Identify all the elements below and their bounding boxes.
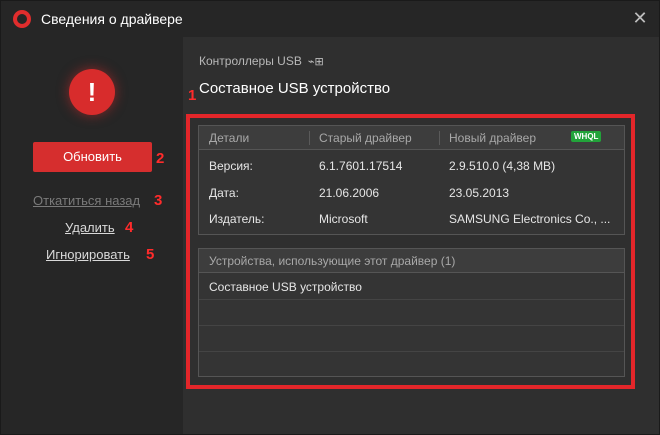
list-item[interactable]: Составное USB устройство [199,274,624,300]
new-date: 23.05.2013 [449,186,510,200]
main-panel: Контроллеры USB ⌁⊞ Составное USB устройст… [183,37,659,434]
driver-info-window: Сведения о драйвере ✕ ! Обновить Откатит… [0,0,660,435]
sidebar: ! Обновить Откатиться назад Удалить Игно… [1,37,183,434]
driver-details-table: Детали Старый драйвер Новый драйвер WHQL… [198,125,625,235]
header-separator [309,131,310,145]
old-publisher: Microsoft [319,212,368,226]
device-item-label: Составное USB устройство [209,280,362,294]
header-old-driver: Старый драйвер [319,131,412,145]
title-bar: Сведения о драйвере ✕ [1,1,659,37]
row-label: Дата: [209,186,239,200]
marker-4: 4 [125,219,134,236]
header-new-driver: Новый драйвер [449,131,537,145]
close-button[interactable]: ✕ [629,7,651,29]
devices-header-text: Устройства, использующие этот драйвер (1… [209,254,456,268]
list-item-empty [199,352,624,378]
list-item-empty [199,326,624,352]
list-item-empty [199,300,624,326]
device-title: Составное USB устройство [199,80,391,97]
devices-list: Устройства, использующие этот драйвер (1… [198,248,625,377]
marker-1: 1 [188,87,197,104]
new-version: 2.9.510.0 (4,38 MB) [449,159,556,173]
header-details: Детали [209,131,250,145]
app-logo-icon [13,10,31,28]
ignore-link[interactable]: Игнорировать [46,247,130,262]
marker-3: 3 [154,192,163,209]
old-date: 21.06.2006 [319,186,380,200]
category-label: Контроллеры USB ⌁⊞ [199,54,324,68]
update-button[interactable]: Обновить [33,142,152,172]
header-separator [439,131,440,145]
devices-header: Устройства, использующие этот драйвер (1… [199,249,624,273]
row-label: Версия: [209,159,253,173]
rollback-link[interactable]: Откатиться назад [33,193,140,208]
delete-link[interactable]: Удалить [65,220,115,235]
new-publisher: SAMSUNG Electronics Co., ... [449,212,611,226]
marker-2: 2 [156,150,165,167]
row-label: Издатель: [209,212,265,226]
old-version: 6.1.7601.17514 [319,159,403,173]
window-title: Сведения о драйвере [41,11,183,27]
whql-badge: WHQL [571,131,602,142]
category-text: Контроллеры USB [199,54,302,68]
marker-5: 5 [146,246,155,263]
details-header: Детали Старый драйвер Новый драйвер WHQL [199,126,624,150]
warning-icon: ! [69,69,115,115]
usb-icon: ⌁⊞ [307,56,324,68]
